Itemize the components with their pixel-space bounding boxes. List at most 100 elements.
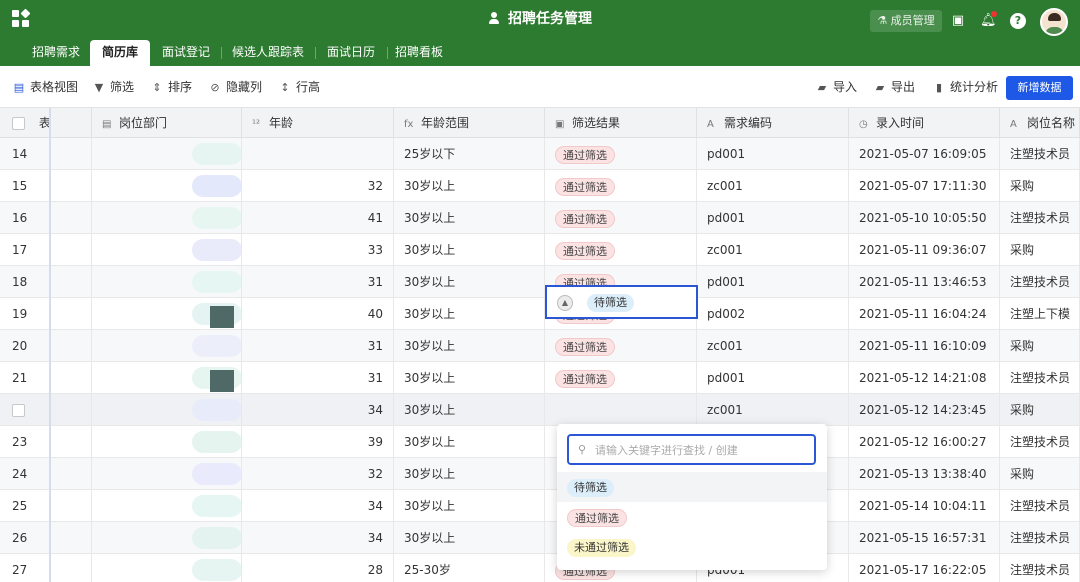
age-cell[interactable]: 31 [242,330,394,362]
tab-interview-register[interactable]: 面试登记 [152,40,220,66]
result-cell[interactable]: 通过筛选 [545,234,697,266]
position-cell[interactable]: 采购 [1000,458,1080,490]
option-passed[interactable]: 通过筛选 [557,502,827,532]
age-range-cell[interactable]: 30岁以上 [394,394,545,426]
time-cell[interactable]: 2021-05-07 16:09:05 [849,138,1000,170]
dept-cell[interactable] [92,522,242,554]
result-cell[interactable]: 通过筛选 [545,202,697,234]
hidden-cell[interactable] [50,426,92,458]
table-row[interactable]: 16 41 30岁以上 通过筛选 pd001 2021-05-10 10:05:50 注塑技… [0,202,1080,234]
result-cell[interactable]: 通过筛选 [545,170,697,202]
active-result-cell[interactable]: ▲ 待筛选 [545,285,698,319]
hidden-cell[interactable] [50,138,92,170]
hidden-cell[interactable] [50,298,92,330]
age-range-cell[interactable]: 30岁以上 [394,202,545,234]
table-row[interactable]: 26 34 30岁以上 2021-05-15 16:57:31 注塑技术员 [0,522,1080,554]
option-search-box[interactable]: ⚲ [567,434,816,465]
age-cell[interactable]: 31 [242,362,394,394]
row-number-cell[interactable]: 14 [0,138,50,170]
dept-cell[interactable] [92,266,242,298]
age-cell[interactable]: 39 [242,426,394,458]
code-cell[interactable]: zc001 [697,394,849,426]
row-height-button[interactable]: ↕ 行高 [278,78,320,96]
select-all-checkbox[interactable] [12,117,25,130]
age-range-cell[interactable]: 30岁以上 [394,490,545,522]
code-cell[interactable]: pd001 [697,138,849,170]
result-cell[interactable]: 通过筛选 [545,330,697,362]
row-number-cell[interactable]: 25 [0,490,50,522]
member-management-button[interactable]: ⚗ 成员管理 [870,10,942,32]
hidden-cell[interactable] [50,330,92,362]
dept-cell[interactable] [92,490,242,522]
hidden-cell[interactable] [50,522,92,554]
position-cell[interactable]: 注塑技术员 [1000,522,1080,554]
option-failed[interactable]: 未通过筛选 [557,532,827,562]
collapse-icon[interactable]: ▲ [557,295,573,311]
age-cell[interactable]: 34 [242,490,394,522]
time-cell[interactable]: 2021-05-12 14:21:08 [849,362,1000,394]
row-checkbox[interactable] [12,404,25,417]
time-cell[interactable]: 2021-05-11 09:36:07 [849,234,1000,266]
row-number-cell[interactable]: 26 [0,522,50,554]
row-number-cell[interactable]: 19 [0,298,50,330]
row-number-cell[interactable] [0,394,50,426]
dept-cell[interactable] [92,234,242,266]
age-range-cell[interactable]: 30岁以上 [394,362,545,394]
column-header-age[interactable]: ¹² 年龄 [242,108,394,138]
code-cell[interactable]: zc001 [697,170,849,202]
hidden-cell[interactable] [50,490,92,522]
row-number-cell[interactable]: 21 [0,362,50,394]
result-cell[interactable]: 通过筛选 [545,138,697,170]
table-row[interactable]: 23 39 30岁以上 2021-05-12 16:00:27 注塑技术员 [0,426,1080,458]
position-cell[interactable]: 注塑上下模 [1000,298,1080,330]
table-row[interactable]: 21 31 30岁以上 通过筛选 pd001 2021-05-12 14:21:08 注塑技… [0,362,1080,394]
table-row[interactable]: 15 32 30岁以上 通过筛选 zc001 2021-05-07 17:11:30 采购 [0,170,1080,202]
row-number-cell[interactable]: 15 [0,170,50,202]
export-button[interactable]: ▰ 导出 [873,78,915,96]
table-row[interactable]: 17 33 30岁以上 通过筛选 zc001 2021-05-11 09:36:07 采购 [0,234,1080,266]
position-cell[interactable]: 采购 [1000,330,1080,362]
dept-cell[interactable] [92,298,242,330]
age-range-cell[interactable]: 30岁以上 [394,266,545,298]
table-row[interactable]: 194030岁以上通过筛选pd0022021-05-11 16:04:24注塑上… [0,298,1080,330]
dept-cell[interactable] [92,554,242,582]
age-range-cell[interactable]: 30岁以上 [394,170,545,202]
position-cell[interactable]: 注塑技术员 [1000,490,1080,522]
age-cell[interactable]: 41 [242,202,394,234]
dept-cell[interactable] [92,330,242,362]
age-range-cell[interactable]: 25岁以下 [394,138,545,170]
column-header-hidden[interactable] [50,108,92,138]
tab-interview-calendar[interactable]: 面试日历 [316,40,386,66]
bell-icon[interactable]: 🔔︎ [980,11,997,29]
grid-view-button[interactable]: ▤ 表格视图 [12,78,78,96]
time-cell[interactable]: 2021-05-11 16:04:24 [849,298,1000,330]
table-row[interactable]: 27 28 25-30岁 通过筛选 pd001 2021-05-17 16:22:05 注塑… [0,554,1080,582]
tab-resume-library[interactable]: 简历库 [90,40,150,66]
avatar[interactable] [1040,8,1068,36]
row-number-cell[interactable]: 17 [0,234,50,266]
time-cell[interactable]: 2021-05-11 13:46:53 [849,266,1000,298]
dept-cell[interactable] [92,202,242,234]
column-header-time[interactable]: ◷ 录入时间 [849,108,1000,138]
hidden-cell[interactable] [50,170,92,202]
code-cell[interactable]: pd001 [697,362,849,394]
code-cell[interactable]: pd001 [697,202,849,234]
column-header-position[interactable]: A 岗位名称 [1000,108,1080,138]
result-cell[interactable]: 通过筛选 [545,362,697,394]
age-cell[interactable]: 34 [242,522,394,554]
age-cell[interactable]: 40 [242,298,394,330]
age-range-cell[interactable]: 30岁以上 [394,458,545,490]
row-number-cell[interactable]: 23 [0,426,50,458]
age-cell[interactable]: 32 [242,458,394,490]
code-cell[interactable]: zc001 [697,234,849,266]
table-row[interactable]: 34 30岁以上 zc001 2021-05-12 14:23:45 采购 [0,394,1080,426]
column-header-dept[interactable]: ▤ 岗位部门 [92,108,242,138]
sort-button[interactable]: ⇕ 排序 [150,78,192,96]
option-search-input[interactable] [595,442,810,458]
age-range-cell[interactable]: 30岁以上 [394,426,545,458]
hidden-cell[interactable] [50,458,92,490]
table-row[interactable]: 20 31 30岁以上 通过筛选 zc001 2021-05-11 16:10:09 采购 [0,330,1080,362]
calendar-icon[interactable]: ▣ [950,13,966,29]
position-cell[interactable]: 采购 [1000,234,1080,266]
help-icon[interactable]: ? [1010,13,1026,29]
